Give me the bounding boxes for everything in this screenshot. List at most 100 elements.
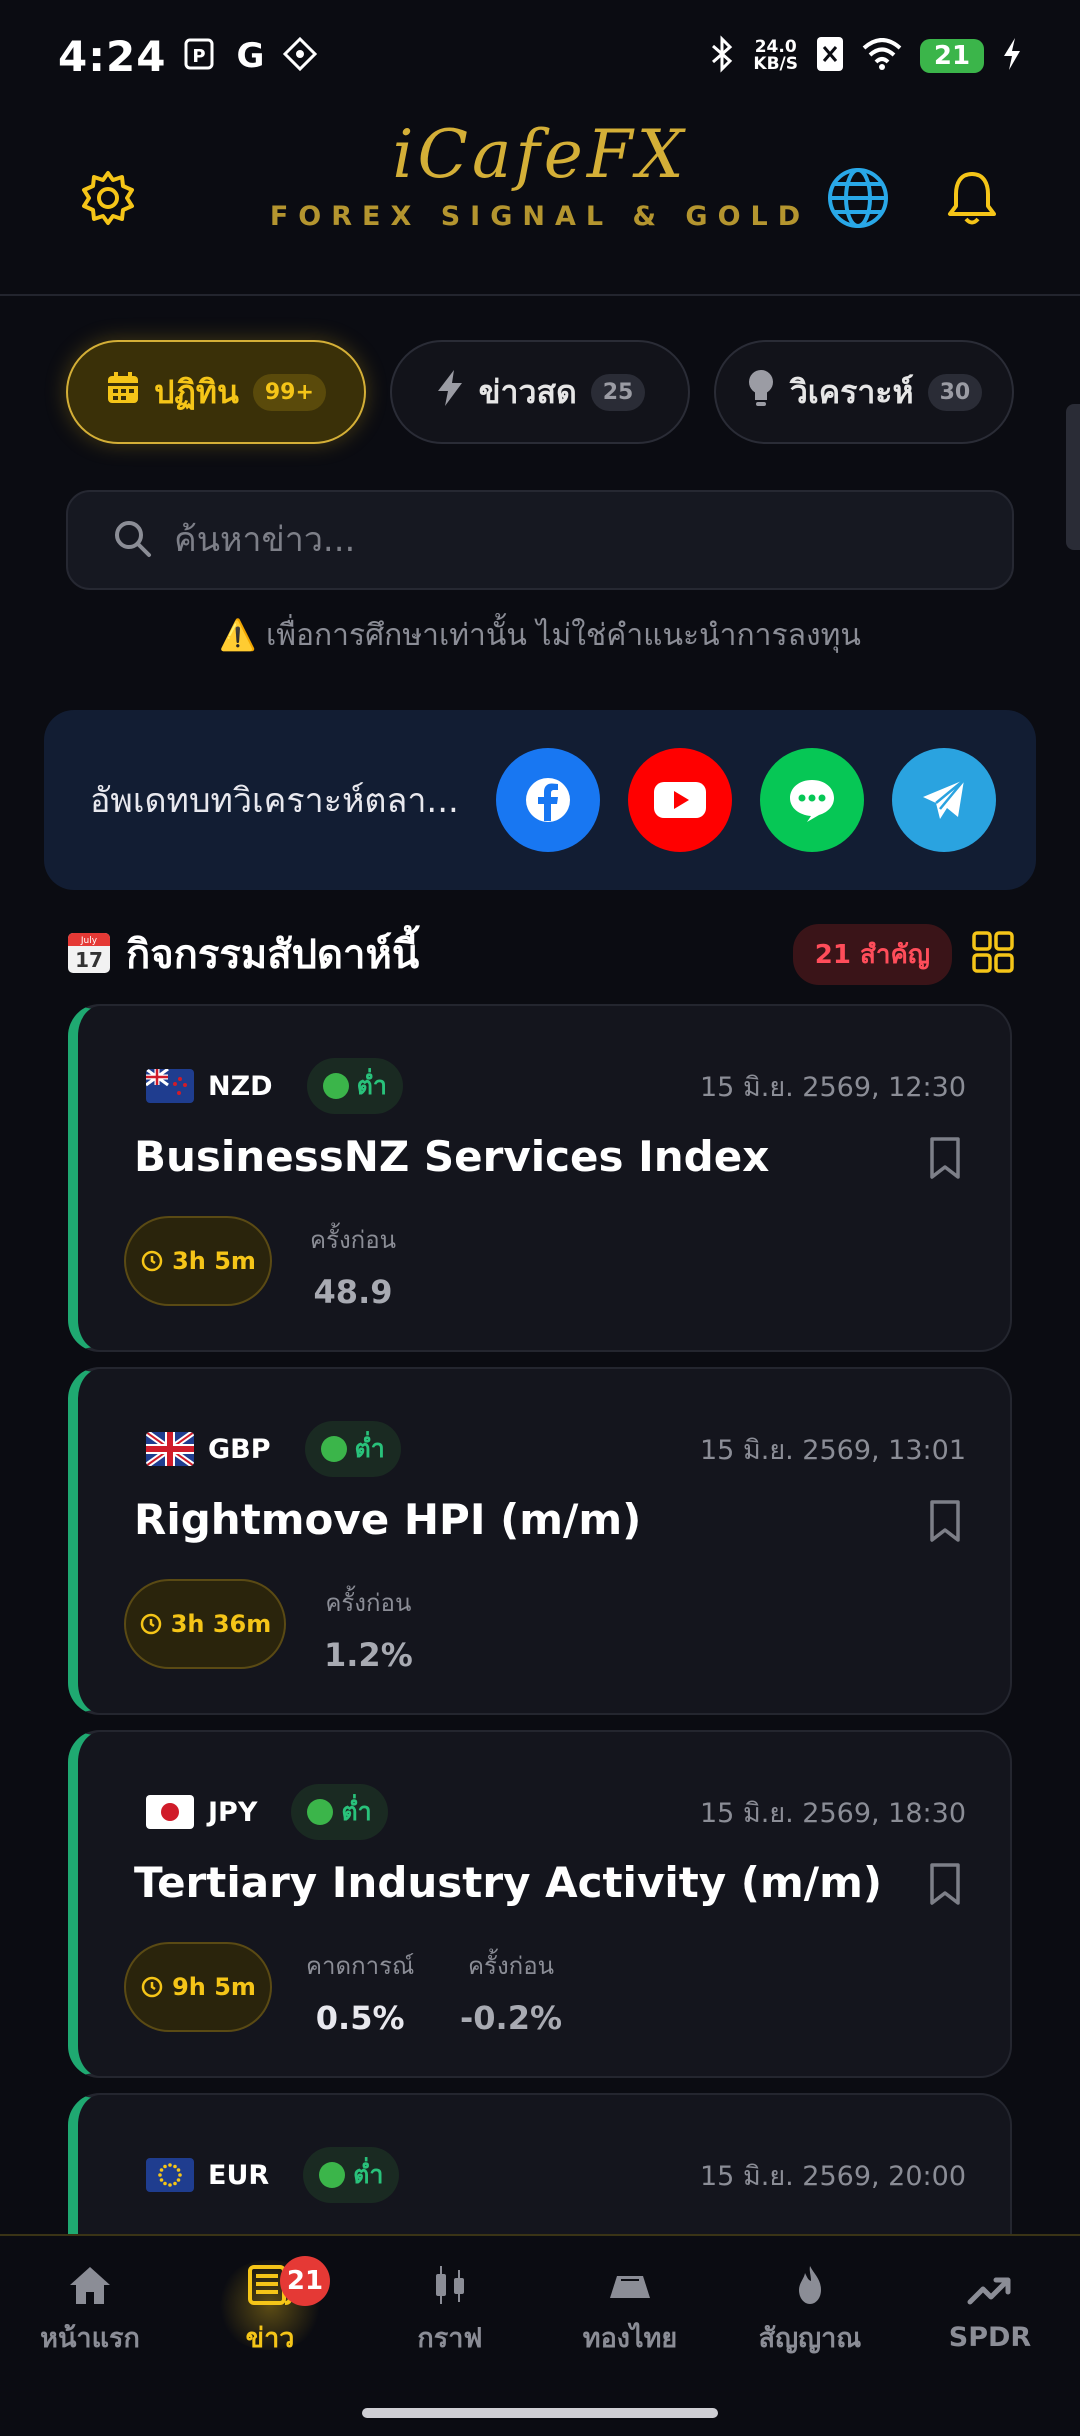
side-scroll-handle[interactable]: [1066, 404, 1080, 550]
countdown-timer: 3h 36m: [124, 1579, 286, 1669]
bookmark-icon[interactable]: [928, 1136, 962, 1184]
currency-code: GBP: [208, 1433, 271, 1465]
previous-stat: ครั้งก่อน 48.9: [310, 1226, 397, 1311]
event-date: 15 มิ.ย. 2569, 13:01: [700, 1434, 966, 1466]
gold-bar-icon: [610, 2275, 650, 2298]
telegram-icon: [923, 779, 965, 819]
trend-icon: [967, 2277, 1011, 2304]
logo-tagline: FOREX SIGNAL & GOLD: [269, 201, 811, 232]
impact-dot-icon: [322, 1073, 349, 1099]
clock-icon: [140, 1613, 161, 1635]
facebook-icon: [526, 778, 570, 822]
impact-badge: ต่ำ: [291, 1784, 388, 1840]
nav-news[interactable]: ข่าว 21: [180, 2236, 360, 2386]
facebook-button[interactable]: [496, 748, 600, 852]
parking-app-icon: P: [184, 37, 218, 75]
currency-code: JPY: [208, 1796, 258, 1828]
previous-stat: ครั้งก่อน -0.2%: [460, 1952, 563, 2037]
wifi-icon: [862, 38, 902, 74]
uk-flag-icon: [146, 1432, 194, 1466]
event-card[interactable]: NZD ต่ำ 15 มิ.ย. 2569, 12:30 BusinessNZ …: [68, 1004, 1012, 1352]
line-button[interactable]: [760, 748, 864, 852]
currency-code: EUR: [208, 2159, 270, 2191]
previous-stat: ครั้งก่อน 1.2%: [324, 1589, 413, 1674]
countdown-timer: 3h 5m: [124, 1216, 272, 1306]
telegram-button[interactable]: [892, 748, 996, 852]
event-card[interactable]: JPY ต่ำ 15 มิ.ย. 2569, 18:30 Tertiary In…: [68, 1730, 1012, 2078]
news-count-badge: 21: [280, 2256, 330, 2306]
home-icon: [70, 2266, 110, 2304]
status-bar: 4:24 P G 24.0 KB/S 21: [0, 0, 1080, 112]
bulb-icon: [746, 368, 776, 416]
no-sim-icon: [816, 36, 844, 76]
tab-label: วิเคราะห์: [789, 372, 914, 411]
flame-icon: [799, 2265, 821, 2304]
forecast-stat: คาดการณ์ 0.5%: [306, 1952, 415, 2037]
tab-live-news[interactable]: ข่าวสด 25: [390, 340, 690, 444]
bottom-navigation: หน้าแรก ข่าว 21 กราฟ ทองไทย สัญญาณ SPDR: [0, 2234, 1080, 2436]
bookmark-icon[interactable]: [928, 1499, 962, 1547]
youtube-button[interactable]: [628, 748, 732, 852]
calendar-date-icon: July 17: [66, 929, 112, 979]
currency-code: NZD: [208, 1070, 273, 1102]
clock-icon: [141, 1976, 163, 1998]
event-card[interactable]: GBP ต่ำ 15 มิ.ย. 2569, 13:01 Rightmove H…: [68, 1367, 1012, 1715]
tab-count: 30: [927, 373, 983, 411]
social-banner-text: อัพเดทบทวิเคราะห์ตลา...: [90, 781, 459, 821]
search-input[interactable]: [174, 520, 974, 560]
nav-home[interactable]: หน้าแรก: [0, 2236, 180, 2386]
network-speed: 24.0 KB/S: [753, 37, 798, 74]
nav-thai-gold[interactable]: ทองไทย: [540, 2236, 720, 2386]
event-title: Tertiary Industry Activity (m/m): [134, 1858, 883, 1907]
chat-bubble-icon: [790, 780, 834, 822]
search-icon: [112, 518, 152, 562]
youtube-icon: [654, 782, 706, 818]
impact-dot-icon: [319, 2162, 346, 2188]
language-globe-icon[interactable]: [826, 166, 890, 230]
event-title: Rightmove HPI (m/m): [134, 1495, 642, 1544]
nz-flag-icon: [146, 1069, 194, 1103]
tab-calendar[interactable]: ปฏิทิน 99+: [66, 340, 366, 444]
app-logo: iCafeFX FOREX SIGNAL & GOLD: [0, 116, 1080, 232]
tab-count: 25: [590, 373, 646, 411]
event-date: 15 มิ.ย. 2569, 12:30: [700, 1071, 966, 1103]
calendar-icon: [106, 371, 140, 413]
battery-level: 21: [920, 39, 984, 73]
jp-flag-icon: [146, 1795, 194, 1829]
section-title: กิจกรรมสัปดาห์นี้: [126, 932, 420, 978]
important-count-badge: 21 สำคัญ: [792, 923, 952, 985]
event-date: 15 มิ.ย. 2569, 18:30: [700, 1797, 966, 1829]
bolt-icon: [435, 369, 465, 415]
impact-badge: ต่ำ: [306, 1058, 403, 1114]
app-notification-icon: [282, 36, 318, 76]
eu-flag-icon: [146, 2158, 194, 2192]
impact-badge: ต่ำ: [304, 1421, 401, 1477]
nav-chart[interactable]: กราฟ: [360, 2236, 540, 2386]
week-events-header: July 17 กิจกรรมสัปดาห์นี้ 21 สำคัญ: [66, 918, 1014, 990]
impact-dot-icon: [307, 1799, 334, 1825]
svg-text:P: P: [193, 46, 206, 67]
impact-dot-icon: [320, 1436, 347, 1462]
clock: 4:24: [58, 31, 167, 81]
tab-label: ปฏิทิน: [154, 372, 239, 411]
clock-icon: [141, 1250, 163, 1272]
svg-text:July: July: [80, 936, 98, 946]
nav-spdr[interactable]: SPDR: [900, 2236, 1080, 2386]
app-header: iCafeFX FOREX SIGNAL & GOLD: [0, 112, 1080, 296]
bookmark-icon[interactable]: [928, 1862, 962, 1910]
countdown-timer: 9h 5m: [124, 1942, 272, 2032]
event-title: BusinessNZ Services Index: [134, 1132, 770, 1181]
tab-count: 99+: [252, 373, 326, 411]
bluetooth-icon: [709, 35, 735, 77]
nav-signals[interactable]: สัญญาณ: [720, 2236, 900, 2386]
category-tabs: ปฏิทิน 99+ ข่าวสด 25 วิเคราะห์ 30: [66, 340, 1014, 444]
notification-bell-icon[interactable]: [940, 166, 1004, 230]
grid-view-icon[interactable]: [972, 931, 1014, 977]
tab-analysis[interactable]: วิเคราะห์ 30: [714, 340, 1014, 444]
charging-icon: [1002, 37, 1022, 75]
candles-icon: [436, 2265, 464, 2304]
tab-label: ข่าวสด: [478, 372, 577, 411]
home-indicator[interactable]: [362, 2408, 718, 2418]
event-date: 15 มิ.ย. 2569, 20:00: [700, 2160, 966, 2192]
social-banner: อัพเดทบทวิเคราะห์ตลา...: [44, 710, 1036, 890]
